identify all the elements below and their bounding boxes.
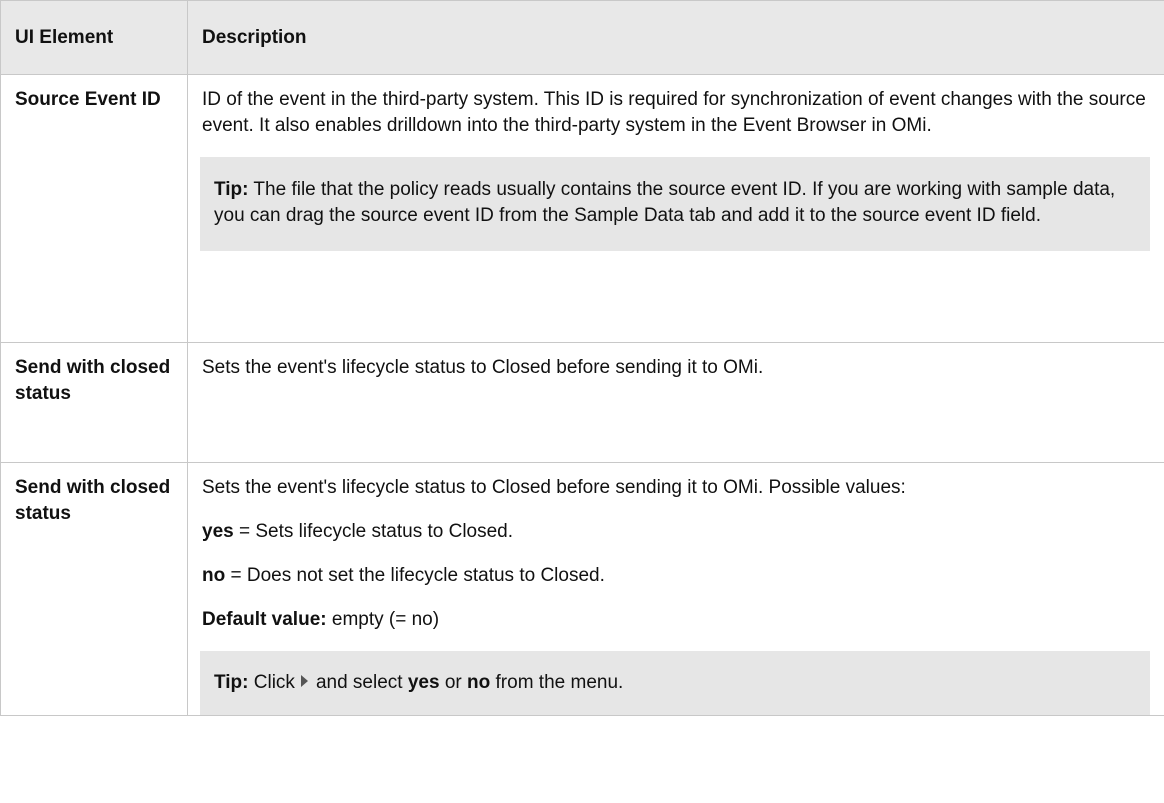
description-text: Sets the event's lifecycle status to Clo…: [202, 477, 906, 498]
value-yes-text: = Sets lifecycle status to Closed.: [238, 521, 514, 542]
table-row: Source Event ID ID of the event in the t…: [0, 74, 1164, 343]
description-cell: Sets the event's lifecycle status to Clo…: [187, 342, 1164, 463]
value-no: no = Does not set the lifecycle status t…: [202, 563, 1164, 589]
tip-box: Tip: Click and select yes or no from the …: [200, 651, 1150, 715]
tip-no: no: [467, 672, 491, 693]
value-yes-label: yes: [202, 521, 234, 542]
value-no-label: no: [202, 565, 226, 586]
value-no-text: = Does not set the lifecycle status to C…: [230, 565, 605, 586]
table-row: Send with closed status Sets the event's…: [0, 342, 1164, 463]
expand-arrow-icon[interactable]: [300, 675, 308, 688]
element-name: Source Event ID: [0, 74, 188, 343]
table-header-row: UI Element Description: [0, 0, 1164, 75]
header-ui-element: UI Element: [0, 0, 188, 75]
tip-click-text: Click: [253, 672, 295, 693]
default-value-text: empty (= no): [331, 609, 440, 630]
table-row: Send with closed status Sets the event's…: [0, 462, 1164, 716]
tip-end: from the menu.: [495, 672, 624, 693]
description-cell: ID of the event in the third-party syste…: [187, 74, 1164, 343]
tip-box: Tip: The file that the policy reads usua…: [200, 157, 1150, 251]
description-cell: Sets the event's lifecycle status to Clo…: [187, 462, 1164, 716]
tip-label: Tip:: [214, 672, 249, 693]
tip-or: or: [444, 672, 462, 693]
description-text: ID of the event in the third-party syste…: [202, 89, 1146, 136]
tip-text: The file that the policy reads usually c…: [214, 179, 1116, 226]
value-yes: yes = Sets lifecycle status to Closed.: [202, 519, 1164, 545]
default-value-label: Default value:: [202, 609, 327, 630]
element-name: Send with closed status: [0, 462, 188, 716]
description-text: Sets the event's lifecycle status to Clo…: [202, 357, 764, 378]
header-description: Description: [187, 0, 1164, 75]
tip-and-select-text: and select: [315, 672, 403, 693]
tip-yes: yes: [407, 672, 440, 693]
ui-element-table: UI Element Description Source Event ID I…: [0, 0, 1164, 716]
tip-label: Tip:: [214, 179, 249, 200]
element-name: Send with closed status: [0, 342, 188, 463]
default-value: Default value: empty (= no): [202, 607, 1164, 633]
